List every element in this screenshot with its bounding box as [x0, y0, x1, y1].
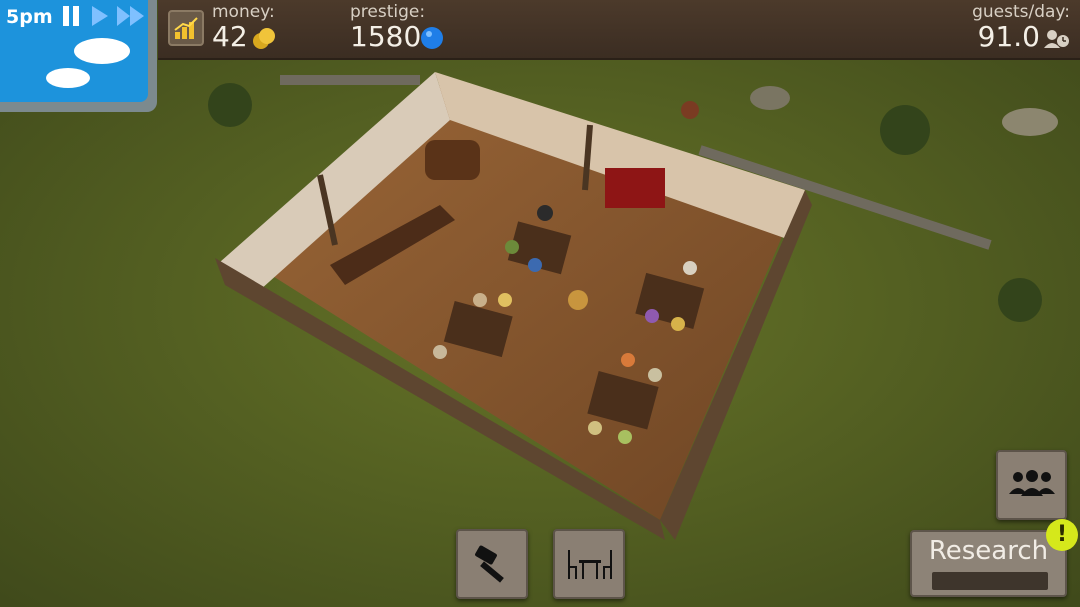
table-chairs-icon	[568, 550, 612, 579]
guests-label: guests/day:	[972, 2, 1070, 22]
staff-button[interactable]	[996, 450, 1067, 520]
guest	[683, 261, 697, 275]
research-progress-bar	[932, 572, 1048, 590]
guest	[588, 421, 602, 435]
research-button[interactable]: Research	[910, 530, 1067, 597]
cloud	[74, 38, 130, 64]
sky-display: 5pm	[0, 0, 148, 102]
research-label: Research	[928, 536, 1049, 566]
guest	[433, 345, 447, 359]
wandering-guest	[681, 101, 699, 119]
prestige-value: 1580	[350, 20, 422, 53]
bar-chart-icon	[174, 17, 198, 39]
cloud	[46, 68, 90, 88]
guest	[473, 293, 487, 307]
research-alert-badge[interactable]: !	[1046, 519, 1078, 551]
guest	[498, 293, 512, 307]
hammer-icon	[475, 545, 504, 583]
guest	[618, 430, 632, 444]
rock	[750, 86, 790, 110]
guest	[648, 368, 662, 382]
time-panel: 5pm	[0, 0, 157, 112]
resource-bar: money: 42 prestige: 1580 guests/day: 91.…	[158, 0, 1080, 60]
game-world	[0, 0, 1080, 607]
money-label: money:	[212, 2, 275, 22]
play-icon[interactable]	[90, 4, 110, 32]
group-icon	[1009, 470, 1055, 496]
guests-value: 91.0	[977, 20, 1040, 53]
money-value: 42	[212, 20, 248, 53]
rock	[1002, 108, 1058, 136]
guest	[645, 309, 659, 323]
furniture-button[interactable]	[553, 529, 625, 599]
guests-clock-icon	[1044, 28, 1070, 54]
guest	[505, 240, 519, 254]
curtain	[605, 168, 665, 208]
guest	[671, 317, 685, 331]
bush	[880, 105, 930, 155]
guest	[621, 353, 635, 367]
candle-light	[568, 290, 588, 310]
guest	[528, 258, 542, 272]
prestige-gem-icon	[420, 26, 444, 54]
time-of-day: 5pm	[6, 6, 53, 28]
guest	[537, 205, 553, 221]
bush	[998, 278, 1042, 322]
upgrade-button[interactable]	[168, 10, 204, 46]
prestige-label: prestige:	[350, 2, 426, 22]
barrels	[425, 140, 480, 180]
bush	[208, 83, 252, 127]
gold-coins-icon	[251, 26, 277, 56]
build-button[interactable]	[456, 529, 528, 599]
fast-forward-icon[interactable]	[116, 4, 146, 32]
pause-icon[interactable]	[62, 4, 80, 32]
